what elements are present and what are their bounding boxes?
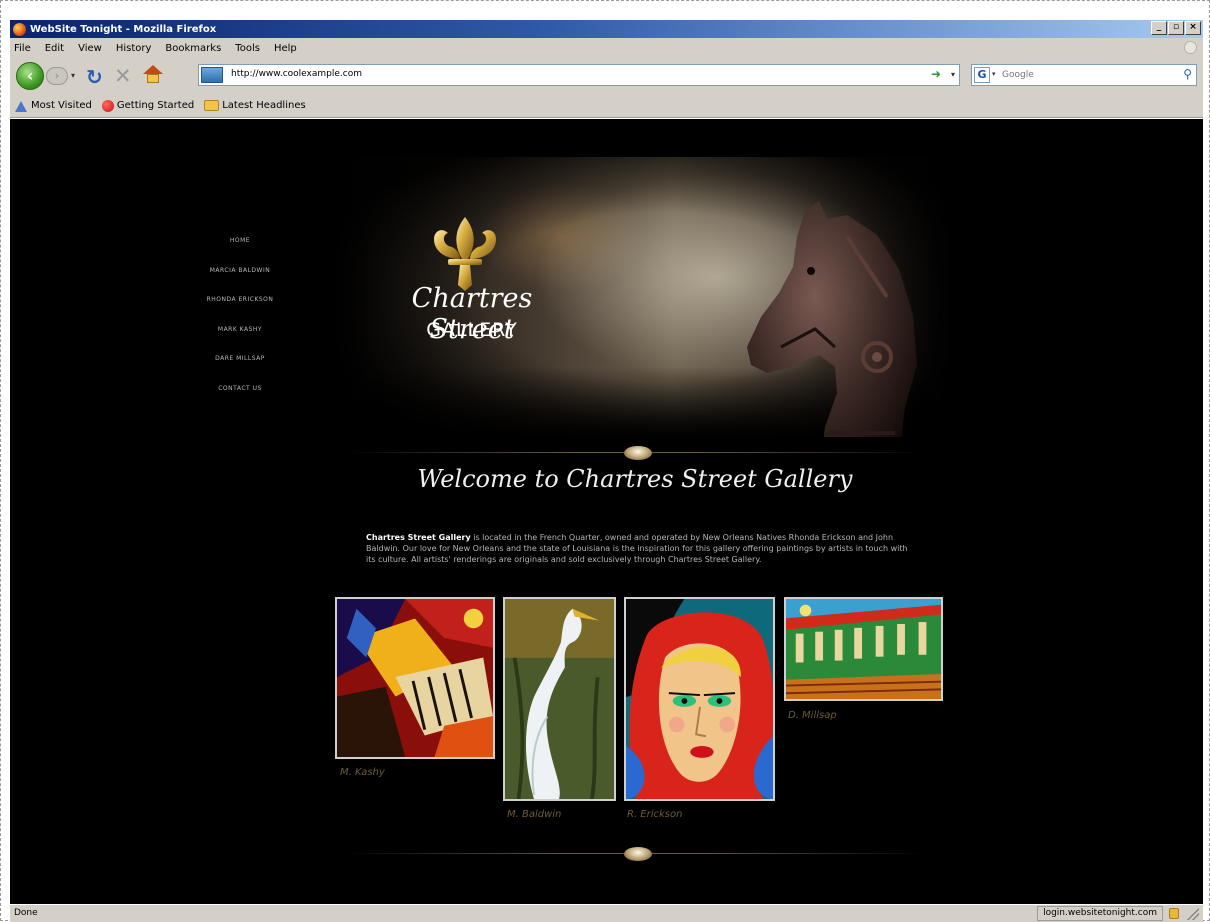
artwork-image <box>505 599 614 799</box>
history-dropdown-icon[interactable]: ▾ <box>71 71 75 80</box>
artwork-thumbnail-baldwin[interactable] <box>503 597 616 801</box>
header-banner: Chartres Street GALLERY <box>332 157 952 437</box>
title-bar: WebSite Tonight - Mozilla Firefox _ ▫ × <box>10 20 1203 38</box>
ornament-icon <box>624 446 652 460</box>
bookmark-getting-started[interactable]: Getting Started <box>101 99 195 112</box>
horse-hitching-post-image <box>747 201 917 437</box>
artwork-thumbnail-millsap[interactable] <box>784 597 943 701</box>
nav-contact-us[interactable]: CONTACT US <box>180 383 300 413</box>
artwork-image <box>626 599 773 799</box>
close-button[interactable]: × <box>1185 21 1201 35</box>
menu-edit[interactable]: Edit <box>45 43 64 54</box>
ornament-divider-top <box>345 446 925 460</box>
menu-bar: File Edit View History Bookmarks Tools H… <box>10 38 1203 58</box>
menu-tools[interactable]: Tools <box>235 43 260 54</box>
ornament-icon <box>624 847 652 861</box>
stop-icon[interactable]: ✕ <box>114 64 132 88</box>
resize-grip-icon[interactable] <box>1187 908 1199 920</box>
back-arrow-icon: ‹ <box>26 66 34 85</box>
nav-dare-millsap[interactable]: DARE MILLSAP <box>180 353 300 383</box>
bookmark-label: Latest Headlines <box>222 100 306 111</box>
home-icon[interactable] <box>142 63 164 85</box>
minimize-button[interactable]: _ <box>1151 21 1167 35</box>
artwork-image <box>786 599 941 699</box>
menu-bookmarks[interactable]: Bookmarks <box>165 43 221 54</box>
intro-paragraph: Chartres Street Gallery is located in th… <box>366 532 916 565</box>
status-host: login.websitetonight.com <box>1037 906 1163 921</box>
search-bar[interactable]: G ▾ ⚲ <box>971 64 1197 86</box>
url-dropdown-icon[interactable]: ▾ <box>951 70 955 79</box>
welcome-heading: Welcome to Chartres Street Gallery <box>417 465 853 493</box>
ornament-divider-bottom <box>345 847 925 861</box>
address-input[interactable]: http://www.coolexample.com <box>231 69 362 79</box>
lock-icon[interactable] <box>1169 908 1179 919</box>
search-icon[interactable]: ⚲ <box>1183 67 1192 81</box>
artwork-image <box>337 599 493 757</box>
bookmark-most-visited[interactable]: Most Visited <box>14 100 92 112</box>
throbber-icon <box>1184 41 1197 54</box>
bookmark-label: Most Visited <box>31 100 92 111</box>
artist-caption-kashy[interactable]: M. Kashy <box>340 767 385 778</box>
fleur-de-lis-icon <box>434 217 496 291</box>
rss-folder-icon <box>204 100 220 111</box>
window-controls: _ ▫ × <box>1151 21 1201 35</box>
browser-window: WebSite Tonight - Mozilla Firefox _ ▫ × … <box>0 0 1210 922</box>
logo-gallery-word[interactable]: GALLERY <box>372 319 572 341</box>
nav-home[interactable]: HOME <box>180 235 300 265</box>
status-text: Done <box>14 908 38 918</box>
getting-started-icon <box>101 99 114 112</box>
bookmark-label: Getting Started <box>116 100 195 111</box>
back-button[interactable]: ‹ <box>16 62 44 90</box>
go-arrow-icon[interactable]: ➜ <box>931 67 941 81</box>
artwork-thumbnail-erickson[interactable] <box>624 597 775 801</box>
forward-button[interactable]: › <box>46 67 68 85</box>
window-title: WebSite Tonight - Mozilla Firefox <box>30 23 217 35</box>
artwork-thumbnail-kashy[interactable] <box>335 597 495 759</box>
bookmark-latest-headlines[interactable]: Latest Headlines <box>204 100 306 111</box>
site-navigation: HOME MARCIA BALDWIN RHONDA ERICKSON MARK… <box>180 235 300 412</box>
google-engine-icon[interactable]: G <box>974 67 990 83</box>
intro-brand: Chartres Street Gallery <box>366 533 471 542</box>
forward-arrow-icon: › <box>54 69 60 82</box>
menu-help[interactable]: Help <box>274 43 297 54</box>
nav-mark-kashy[interactable]: MARK KASHY <box>180 324 300 354</box>
search-input[interactable] <box>1002 68 1162 82</box>
status-bar: Done login.websitetonight.com <box>10 904 1203 922</box>
reload-icon[interactable]: ↻ <box>86 65 103 89</box>
engine-dropdown-icon[interactable]: ▾ <box>992 70 996 78</box>
nav-rhonda-erickson[interactable]: RHONDA ERICKSON <box>180 294 300 324</box>
menu-history[interactable]: History <box>116 43 152 54</box>
site-identity-icon[interactable] <box>201 67 223 83</box>
most-visited-icon <box>14 100 28 112</box>
menu-view[interactable]: View <box>78 43 102 54</box>
restore-button[interactable]: ▫ <box>1168 21 1184 35</box>
navigation-toolbar: ‹ › ▾ ↻ ✕ http://www.coolexample.com ➜ ▾… <box>10 58 1203 94</box>
firefox-icon <box>13 22 26 36</box>
page-viewport: HOME MARCIA BALDWIN RHONDA ERICKSON MARK… <box>10 119 1203 904</box>
nav-marcia-baldwin[interactable]: MARCIA BALDWIN <box>180 265 300 295</box>
artist-caption-baldwin[interactable]: M. Baldwin <box>507 809 561 820</box>
menu-file[interactable]: File <box>14 43 31 54</box>
artist-caption-erickson[interactable]: R. Erickson <box>627 809 682 820</box>
address-bar[interactable]: http://www.coolexample.com ➜ ▾ <box>198 64 960 86</box>
bookmarks-toolbar: Most Visited Getting Started Latest Head… <box>10 94 1203 118</box>
artist-caption-millsap[interactable]: D. Millsap <box>788 710 837 721</box>
